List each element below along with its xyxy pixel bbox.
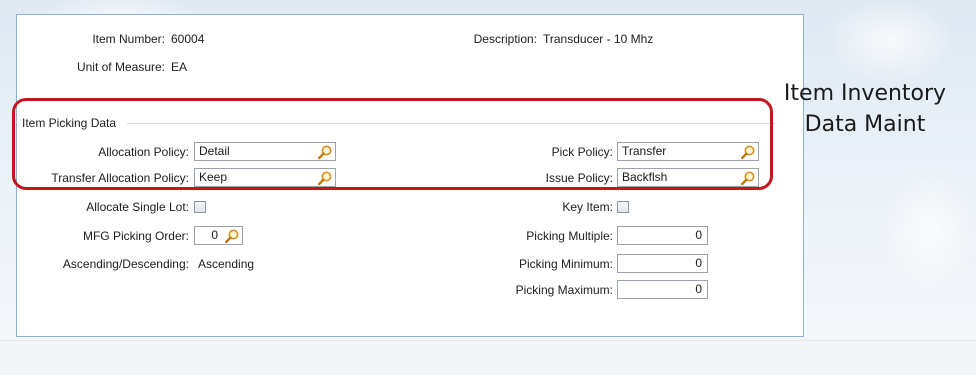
- mfg-picking-order-value: 0: [211, 228, 218, 242]
- allocate-single-lot-checkbox[interactable]: [194, 201, 206, 213]
- picking-multiple-label: Picking Multiple:: [526, 229, 613, 243]
- mfg-picking-order-label: MFG Picking Order:: [82, 229, 189, 243]
- picking-minimum-field[interactable]: 0: [617, 254, 708, 273]
- ascending-descending-label: Ascending/Descending:: [62, 257, 189, 271]
- transfer-allocation-policy-label: Transfer Allocation Policy:: [51, 171, 189, 185]
- picking-maximum-field[interactable]: 0: [617, 280, 708, 299]
- issue-policy-field[interactable]: Backflsh: [617, 168, 759, 187]
- transfer-allocation-policy-value: Keep: [199, 170, 228, 184]
- picking-multiple-field[interactable]: 0: [617, 226, 708, 245]
- mfg-picking-order-field[interactable]: 0: [194, 226, 243, 245]
- picking-maximum-value: 0: [695, 282, 702, 296]
- magnifier-icon[interactable]: [317, 144, 333, 160]
- item-picking-data-title: Item Picking Data: [22, 116, 117, 130]
- magnifier-icon[interactable]: [740, 144, 756, 160]
- description-label: Description:: [473, 32, 537, 46]
- allocation-policy-label: Allocation Policy:: [98, 145, 189, 159]
- pick-policy-field[interactable]: Transfer: [617, 142, 759, 161]
- allocation-policy-value: Detail: [199, 144, 230, 158]
- picking-minimum-label: Picking Minimum:: [518, 257, 613, 271]
- ascending-descending-value: Ascending: [198, 257, 255, 271]
- callout-line-1: Item Inventory: [783, 81, 947, 106]
- item-picking-form: Item Number: 60004 Unit of Measure: EA D…: [16, 14, 804, 337]
- item-number-value: 60004: [171, 32, 205, 46]
- pick-policy-label: Pick Policy:: [551, 145, 613, 159]
- item-number-label: Item Number:: [92, 32, 165, 46]
- allocation-policy-field[interactable]: Detail: [194, 142, 336, 161]
- issue-policy-label: Issue Policy:: [545, 171, 613, 185]
- allocate-single-lot-label: Allocate Single Lot:: [86, 200, 189, 214]
- picking-maximum-label: Picking Maximum:: [515, 283, 613, 297]
- group-divider: [127, 123, 775, 124]
- magnifier-icon[interactable]: [740, 170, 756, 186]
- transfer-allocation-policy-field[interactable]: Keep: [194, 168, 336, 187]
- picking-minimum-value: 0: [695, 256, 702, 270]
- issue-policy-value: Backflsh: [622, 170, 668, 184]
- uom-label: Unit of Measure:: [76, 60, 165, 74]
- key-item-checkbox[interactable]: [617, 201, 629, 213]
- uom-value: EA: [171, 60, 188, 74]
- callout-line-2: Data Maint: [804, 112, 926, 137]
- key-item-label: Key Item:: [562, 200, 613, 214]
- magnifier-icon[interactable]: [224, 228, 240, 244]
- description-value: Transducer - 10 Mhz: [543, 32, 654, 46]
- callout-text: Item Inventory Data Maint: [760, 78, 970, 140]
- footer-band: [0, 340, 976, 375]
- picking-multiple-value: 0: [695, 228, 702, 242]
- magnifier-icon[interactable]: [317, 170, 333, 186]
- pick-policy-value: Transfer: [622, 144, 667, 158]
